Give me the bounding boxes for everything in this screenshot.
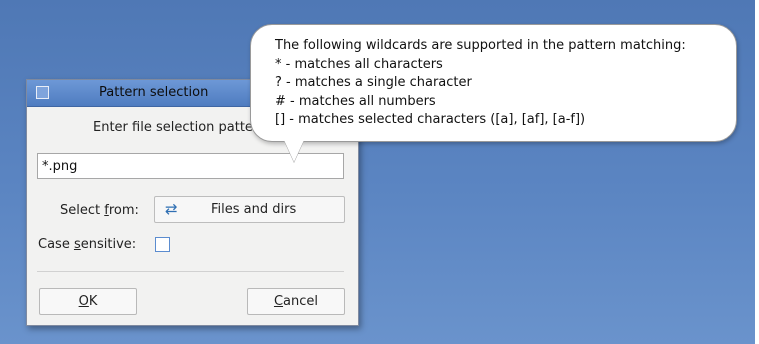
select-from-button[interactable]: ⇄ Files and dirs — [154, 196, 345, 223]
dialog-title: Pattern selection — [99, 85, 209, 100]
tooltip-line: [] - matches selected characters ([a], [… — [275, 112, 586, 127]
tooltip-line: * - matches all characters — [275, 56, 443, 72]
swap-arrows-icon: ⇄ — [165, 200, 178, 218]
window-menu-icon[interactable] — [36, 86, 49, 99]
ok-label: K — [88, 294, 98, 309]
case-sensitive-label: Case sensitive: — [38, 237, 136, 252]
screen-edge — [755, 0, 759, 344]
tooltip-line: The following wildcards are supported in… — [275, 38, 686, 53]
cancel-mnemonic: C — [273, 294, 284, 309]
pattern-prompt: Enter file selection pattern: — [93, 120, 271, 135]
select-from-label-pre: Select — [60, 203, 105, 218]
cancel-button[interactable]: Cancel — [247, 288, 345, 315]
tooltip-lines: The following wildcards are supported in… — [275, 37, 686, 130]
dialog-divider — [37, 271, 344, 272]
wildcard-help-tooltip: The following wildcards are supported in… — [250, 24, 737, 142]
case-mnemonic: s — [73, 237, 81, 252]
tooltip-pointer — [284, 140, 304, 162]
select-from-label: Select from: — [60, 203, 139, 218]
tooltip-line: # - matches all numbers — [275, 93, 436, 109]
case-sensitive-checkbox[interactable] — [155, 237, 170, 252]
case-label-pre: Case — [38, 237, 74, 252]
cancel-label: ancel — [283, 294, 319, 309]
ok-button[interactable]: OK — [39, 288, 137, 315]
case-label-post: ensitive: — [80, 237, 137, 252]
tooltip-line: ? - matches a single character — [275, 75, 472, 90]
ok-mnemonic: O — [78, 294, 89, 309]
select-from-label-post: rom: — [108, 203, 139, 218]
select-from-value: Files and dirs — [211, 202, 297, 217]
